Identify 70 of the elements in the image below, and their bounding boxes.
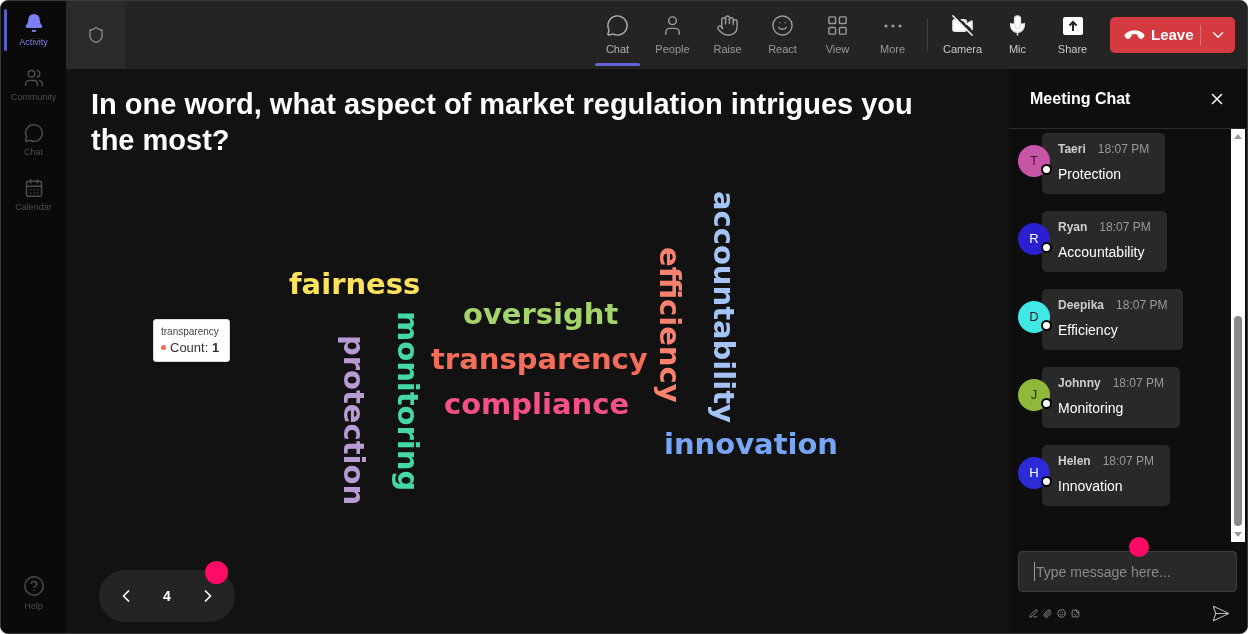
word-cloud-word: compliance bbox=[444, 390, 630, 419]
message-time: 18:07 PM bbox=[1097, 142, 1150, 157]
message-time: 18:07 PM bbox=[1116, 298, 1168, 313]
smiley-icon bbox=[1057, 608, 1066, 618]
text-cursor bbox=[1034, 562, 1035, 581]
selected-underline bbox=[595, 63, 640, 66]
word-cloud-word: fairness bbox=[289, 270, 421, 299]
sender-name: Ryan bbox=[1058, 220, 1088, 235]
sticker-icon bbox=[1071, 608, 1080, 618]
toolbar-button[interactable]: React bbox=[755, 1, 810, 69]
send-icon bbox=[1210, 603, 1230, 623]
pen-icon bbox=[1029, 608, 1038, 618]
message-time: 18:07 PM bbox=[1102, 454, 1155, 469]
sticker-button[interactable] bbox=[1071, 608, 1080, 618]
word-cloud-word: protection bbox=[339, 335, 368, 506]
calendar-icon bbox=[23, 178, 44, 198]
sender-name: Taeri bbox=[1058, 142, 1086, 157]
message-time: 18:07 PM bbox=[1099, 220, 1151, 235]
message-text: Monitoring bbox=[1058, 399, 1125, 417]
word-cloud-word: efficiency bbox=[655, 247, 684, 403]
leave-button[interactable]: Leave bbox=[1110, 17, 1235, 53]
poll-question: In one word, what aspect of market regulation intrigues you the most? bbox=[91, 87, 914, 158]
bell-icon bbox=[23, 13, 44, 33]
word-cloud-word: innovation bbox=[664, 430, 838, 459]
toolbar-button[interactable]: Chat bbox=[590, 1, 645, 69]
attach-button[interactable] bbox=[1043, 608, 1052, 618]
sidebar-item[interactable]: Activity bbox=[1, 1, 66, 56]
chat-title: Meeting Chat bbox=[1030, 88, 1131, 109]
toolbar-button[interactable]: Raise bbox=[700, 1, 755, 69]
message-text: Protection bbox=[1058, 165, 1123, 183]
toolbar-button[interactable]: View bbox=[810, 1, 865, 69]
device-button[interactable]: Mic bbox=[990, 1, 1045, 69]
device-button[interactable]: Share bbox=[1045, 1, 1100, 69]
toolbar-button[interactable]: More bbox=[865, 1, 920, 69]
scroll-up-arrow-icon bbox=[1234, 134, 1242, 139]
word-cloud-word: accountability bbox=[709, 191, 738, 423]
tooltip-title: transparency bbox=[161, 326, 220, 338]
share-screen-icon bbox=[1062, 16, 1083, 35]
camera-off-icon bbox=[951, 14, 974, 37]
sender-name: Helen bbox=[1058, 454, 1091, 469]
format-button[interactable] bbox=[1029, 608, 1038, 618]
message-time: 18:07 PM bbox=[1112, 376, 1165, 391]
page-number: 4 bbox=[163, 586, 171, 606]
people-icon bbox=[23, 68, 44, 88]
message-text: Efficiency bbox=[1058, 321, 1119, 339]
chat-bubble-icon bbox=[606, 14, 629, 37]
active-indicator bbox=[4, 9, 7, 51]
toolbar-button[interactable]: People bbox=[645, 1, 700, 69]
message-text: Accountability bbox=[1058, 243, 1146, 261]
sender-name: Deepika bbox=[1058, 298, 1105, 313]
smiley-icon bbox=[771, 14, 794, 37]
scroll-down-arrow-icon bbox=[1234, 532, 1242, 537]
message-text: Innovation bbox=[1058, 477, 1124, 495]
paperclip-icon bbox=[1043, 608, 1052, 618]
send-button[interactable] bbox=[1210, 603, 1230, 623]
word-cloud-word: transparency bbox=[431, 345, 648, 374]
emoji-button[interactable] bbox=[1057, 608, 1066, 618]
shield-icon bbox=[86, 26, 105, 44]
help-icon bbox=[22, 575, 45, 597]
more-icon bbox=[883, 23, 902, 28]
device-button[interactable]: Camera bbox=[935, 1, 990, 69]
word-cloud-word: monitoring bbox=[393, 311, 422, 492]
scrollbar-thumb[interactable] bbox=[1234, 316, 1242, 526]
word-cloud-word: oversight bbox=[463, 300, 619, 329]
sender-name: Johnny bbox=[1058, 376, 1101, 391]
count-label: Count: 1 bbox=[170, 340, 220, 355]
grid-icon bbox=[826, 14, 849, 37]
message-input[interactable]: Type message here... bbox=[1018, 551, 1237, 592]
hand-icon bbox=[716, 14, 739, 37]
chat-bubble-icon bbox=[23, 123, 44, 143]
